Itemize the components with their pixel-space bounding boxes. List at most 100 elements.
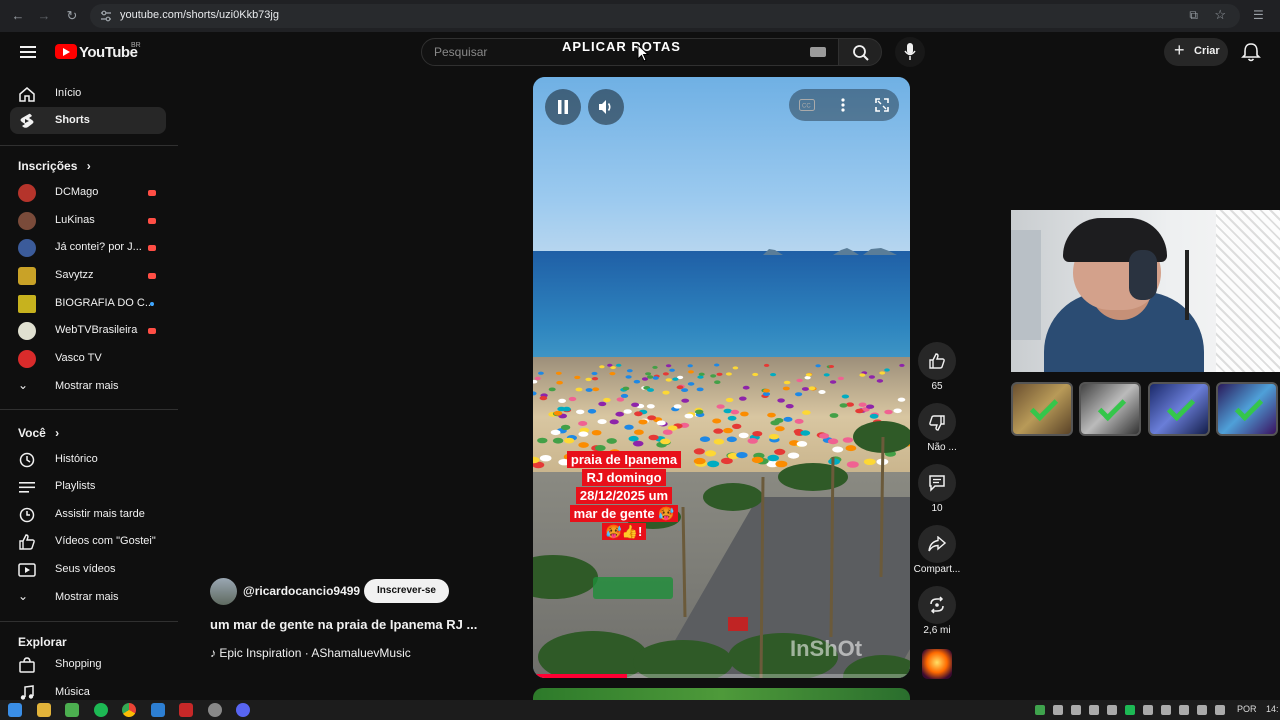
sidebar-subscription-biografia[interactable]: BIOGRAFIA DO C... xyxy=(10,290,166,317)
spotify-icon[interactable] xyxy=(94,703,108,717)
skin-tile-2[interactable] xyxy=(1079,382,1141,436)
dislike-button[interactable] xyxy=(918,403,956,441)
voice-search-button[interactable] xyxy=(895,37,925,67)
video-progress-bar[interactable] xyxy=(533,674,910,678)
pause-button[interactable] xyxy=(545,89,581,125)
sidebar-item-label: Início xyxy=(55,87,82,99)
short-title[interactable]: um mar de gente na praia de Ipanema RJ .… xyxy=(210,617,477,632)
sidebar-item-liked-videos[interactable]: Vídeos com "Gostei" xyxy=(10,528,166,555)
windows-start-icon[interactable] xyxy=(8,703,22,717)
you-show-more[interactable]: ⌄ Mostrar mais xyxy=(10,584,166,611)
sidebar-item-home[interactable]: Início xyxy=(10,80,166,107)
app-icon[interactable] xyxy=(208,703,222,717)
bookmark-star-icon[interactable]: ☆ xyxy=(1214,7,1226,23)
chrome-icon[interactable] xyxy=(122,703,136,717)
skin-tile-4[interactable] xyxy=(1216,382,1278,436)
more-options-icon[interactable] xyxy=(841,98,845,112)
sidebar-item-label: DCMago xyxy=(55,186,99,198)
live-indicator-icon xyxy=(148,190,156,196)
skin-tile-1[interactable] xyxy=(1011,382,1073,436)
keyboard-icon[interactable] xyxy=(810,47,826,57)
language-indicator[interactable]: POR xyxy=(1237,704,1257,714)
beach-umbrella xyxy=(591,371,598,376)
dislike-label: Não ... xyxy=(927,442,957,453)
tray-icon[interactable] xyxy=(1035,705,1045,715)
tray-icon[interactable] xyxy=(1053,705,1063,715)
avatar[interactable] xyxy=(210,578,237,605)
caption-line: 28/12/2025 um xyxy=(575,487,673,504)
music-attribution[interactable]: ♪ Epic Inspiration · AShamaluevMusic xyxy=(210,646,411,660)
sidebar-item-your-videos[interactable]: Seus vídeos xyxy=(10,556,166,583)
tray-icon[interactable] xyxy=(1071,705,1081,715)
short-video-player[interactable]: CC xyxy=(533,77,910,678)
clock[interactable]: 14: xyxy=(1266,704,1279,714)
your-videos-icon xyxy=(18,563,36,577)
tray-icon[interactable] xyxy=(1089,705,1099,715)
checkmark-icon xyxy=(1166,392,1196,422)
sidebar-item-shopping[interactable]: Shopping xyxy=(10,651,166,678)
app-icon[interactable] xyxy=(65,703,79,717)
fullscreen-icon[interactable] xyxy=(875,98,889,112)
address-bar[interactable]: youtube.com/shorts/uzi0Kkb73jg ⧉ ☆ xyxy=(90,4,1240,28)
subscriptions-heading[interactable]: Inscrições › xyxy=(18,159,91,173)
youtube-logo-text[interactable]: YouTube xyxy=(79,44,138,61)
beach-umbrella xyxy=(732,366,739,370)
audio-track-thumbnail[interactable] xyxy=(922,649,952,679)
thumbs-up-icon xyxy=(929,353,945,369)
sidebar-subscription-vasco-tv[interactable]: Vasco TV xyxy=(10,345,166,372)
channel-name[interactable]: @ricardocancio9499 xyxy=(243,584,360,598)
sidebar-subscription-lukinas[interactable]: LuKinas xyxy=(10,207,166,234)
divider xyxy=(0,409,178,410)
captions-icon[interactable]: CC xyxy=(799,99,815,111)
beach-umbrella xyxy=(879,371,886,375)
sidebar-item-shorts[interactable]: Shorts xyxy=(10,107,166,134)
svg-text:CC: CC xyxy=(802,104,811,110)
site-settings-icon[interactable] xyxy=(100,10,112,22)
comments-button[interactable] xyxy=(918,464,956,502)
forward-icon[interactable]: → xyxy=(36,8,52,24)
file-explorer-icon[interactable] xyxy=(37,703,51,717)
sidebar-item-history[interactable]: Histórico xyxy=(10,446,166,473)
windows-taskbar: POR 14: xyxy=(0,700,1280,720)
volume-icon[interactable] xyxy=(1215,705,1225,715)
back-icon[interactable]: ← xyxy=(10,8,26,24)
you-heading[interactable]: Você › xyxy=(18,426,59,440)
tray-icon[interactable] xyxy=(1125,705,1135,715)
live-indicator-icon xyxy=(148,218,156,224)
remix-button[interactable] xyxy=(918,586,956,624)
sidebar-item-playlists[interactable]: Playlists xyxy=(10,473,166,500)
subscriptions-show-more[interactable]: ⌄ Mostrar mais xyxy=(10,373,166,400)
next-short-preview[interactable] xyxy=(533,688,910,700)
subscribe-button[interactable]: Inscrever-se xyxy=(364,579,449,603)
search-button[interactable] xyxy=(838,38,882,66)
share-button[interactable] xyxy=(918,525,956,563)
app-icon[interactable] xyxy=(151,703,165,717)
beach-umbrella xyxy=(805,373,812,377)
tray-icon[interactable] xyxy=(1107,705,1117,715)
network-icon[interactable] xyxy=(1197,705,1207,715)
tray-icon[interactable] xyxy=(1161,705,1171,715)
sidebar-item-watch-later[interactable]: Assistir mais tarde xyxy=(10,501,166,528)
like-button[interactable] xyxy=(918,342,956,380)
skin-tile-3[interactable] xyxy=(1148,382,1210,436)
reading-list-icon[interactable]: ☰ xyxy=(1253,8,1264,22)
explore-heading: Explorar xyxy=(18,635,67,649)
sidebar-subscription-savytzz[interactable]: Savytzz xyxy=(10,262,166,289)
notifications-bell-icon[interactable] xyxy=(1240,42,1262,62)
tray-icon[interactable] xyxy=(1143,705,1153,715)
app-icon[interactable] xyxy=(179,703,193,717)
cast-icon[interactable]: ⧉ xyxy=(1189,8,1198,23)
sidebar-subscription-ja-contei[interactable]: Já contei? por J... xyxy=(10,234,166,261)
battery-icon[interactable] xyxy=(1179,705,1189,715)
beach-umbrella xyxy=(669,368,675,372)
sidebar-subscription-webtvbrasileira[interactable]: WebTVBrasileira xyxy=(10,317,166,344)
discord-icon[interactable] xyxy=(236,703,250,717)
volume-button[interactable] xyxy=(588,89,624,125)
youtube-logo-icon[interactable] xyxy=(55,44,77,59)
create-button[interactable]: + Criar xyxy=(1164,38,1228,66)
avatar xyxy=(18,267,36,285)
sidebar-subscription-dcmago[interactable]: DCMago xyxy=(10,179,166,206)
reload-icon[interactable]: ↻ xyxy=(64,8,80,24)
menu-icon[interactable] xyxy=(20,45,36,59)
beach-umbrella xyxy=(828,365,835,368)
